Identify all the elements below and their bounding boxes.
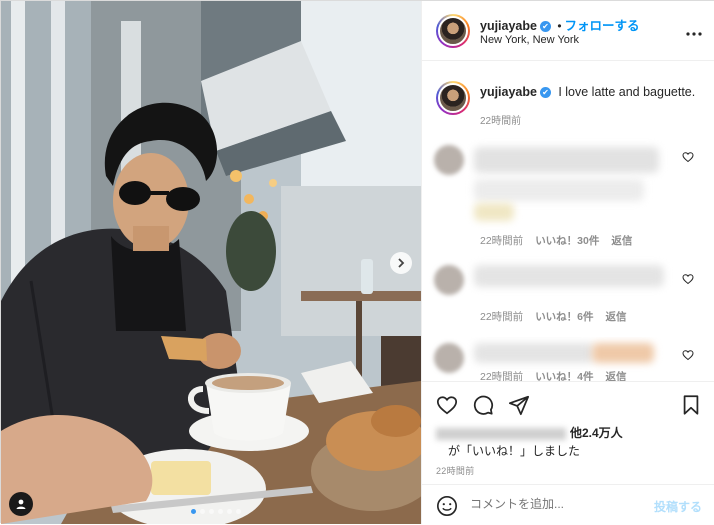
comment-input[interactable]: [470, 497, 640, 511]
comment-timestamp: 22時間前: [480, 311, 524, 323]
carousel-dot: [200, 509, 205, 514]
carousel-dots: [191, 509, 241, 514]
share-icon[interactable]: [508, 394, 530, 416]
username-link[interactable]: yujiayabe: [480, 19, 537, 33]
like-comment-heart-icon[interactable]: [682, 151, 694, 163]
comment-reply-button[interactable]: 返信: [606, 369, 627, 381]
avatar-image: [438, 16, 468, 46]
blurred-comment-text: [474, 179, 644, 201]
add-comment-bar: 投稿する: [422, 484, 714, 525]
location-link[interactable]: New York, New York: [480, 34, 579, 46]
verified-badge-icon: ✔: [539, 87, 551, 99]
avatar-image: [438, 83, 468, 113]
comment-reply-button[interactable]: 返信: [606, 309, 627, 324]
carousel-dot: [227, 509, 232, 514]
photo-scene: [1, 1, 421, 524]
post-header: yujiayabe ✔ • フォローする New York, New York: [422, 1, 714, 61]
comment-timestamp: 22時間前: [480, 235, 524, 247]
emoji-icon[interactable]: [436, 495, 458, 517]
comment-reply-button[interactable]: 返信: [611, 233, 632, 248]
carousel-dot: [218, 509, 223, 514]
likes-count-link[interactable]: 他2.4万人: [570, 426, 623, 440]
caption-username-link[interactable]: yujiayabe: [480, 85, 537, 99]
comment-avatar[interactable]: [434, 343, 464, 373]
comment-avatar[interactable]: [434, 145, 464, 175]
caption-timestamp: 22時間前: [480, 116, 522, 127]
like-comment-heart-icon[interactable]: [682, 273, 694, 285]
blurred-comment-text: [474, 343, 594, 363]
carousel-dot: [236, 509, 241, 514]
blurred-comment-media: [474, 203, 514, 221]
bookmark-icon: [683, 395, 699, 415]
comment-likes-link[interactable]: いいね！4件: [535, 369, 593, 381]
comment-item: 22時間前 いいね！30件 返信: [422, 141, 714, 251]
save-button[interactable]: [680, 394, 702, 419]
blurred-liker-name: [436, 427, 566, 440]
caption-text: I love latte and baguette.: [558, 85, 696, 99]
likes-summary: 他2.4万人: [436, 424, 623, 441]
heart-icon[interactable]: [436, 394, 458, 416]
comment-icon[interactable]: [472, 394, 494, 416]
avatar[interactable]: [436, 14, 470, 48]
comment-likes-link[interactable]: いいね！6件: [535, 309, 593, 324]
more-options-button[interactable]: [686, 23, 702, 41]
caption-avatar[interactable]: [436, 81, 470, 115]
blurred-comment-text: [474, 265, 664, 287]
comment-avatar[interactable]: [434, 265, 464, 295]
blurred-comment-text: [474, 147, 659, 173]
post-comment-button[interactable]: 投稿する: [654, 498, 702, 515]
comment-item: 22時間前 いいね！4件 返信: [422, 337, 714, 381]
action-icons: [436, 394, 530, 416]
tagged-users-button[interactable]: [9, 492, 33, 516]
carousel-dot: [209, 509, 214, 514]
like-comment-heart-icon[interactable]: [682, 349, 694, 361]
next-photo-button[interactable]: [390, 252, 412, 274]
comment-meta: 22時間前 いいね！6件 返信: [480, 309, 627, 324]
carousel-dot: [191, 509, 196, 514]
header-title-row: yujiayabe ✔ • フォローする: [480, 15, 640, 34]
comment-timestamp: 22時間前: [480, 371, 524, 381]
more-horizontal-icon: [686, 32, 702, 36]
post-actions: 他2.4万人 が「いいね！」しました 22時間前 投稿する: [422, 381, 714, 524]
follow-button[interactable]: フォローする: [565, 19, 640, 33]
instagram-post-embed: yujiayabe ✔ • フォローする New York, New York yu…: [0, 0, 714, 524]
comment-likes-link[interactable]: いいね！30件: [535, 233, 599, 248]
verified-badge-icon: ✔: [539, 21, 551, 33]
post-side-panel: yujiayabe ✔ • フォローする New York, New York yu…: [421, 1, 714, 524]
post-timestamp: 22時間前: [436, 466, 475, 476]
blurred-comment-emoji: [592, 343, 654, 363]
caption-line: yujiayabe ✔ I love latte and baguette.: [480, 85, 695, 99]
likes-suffix: が「いいね！」しました: [448, 444, 581, 458]
user-icon: [16, 499, 26, 509]
comment-meta: 22時間前 いいね！30件 返信: [480, 233, 632, 248]
comment-meta: 22時間前 いいね！4件 返信: [480, 369, 627, 381]
post-photo[interactable]: [1, 1, 421, 524]
chevron-right-icon: [398, 258, 405, 268]
comment-item: 22時間前 いいね！6件 返信: [422, 259, 714, 329]
separator-dot: •: [557, 19, 562, 33]
